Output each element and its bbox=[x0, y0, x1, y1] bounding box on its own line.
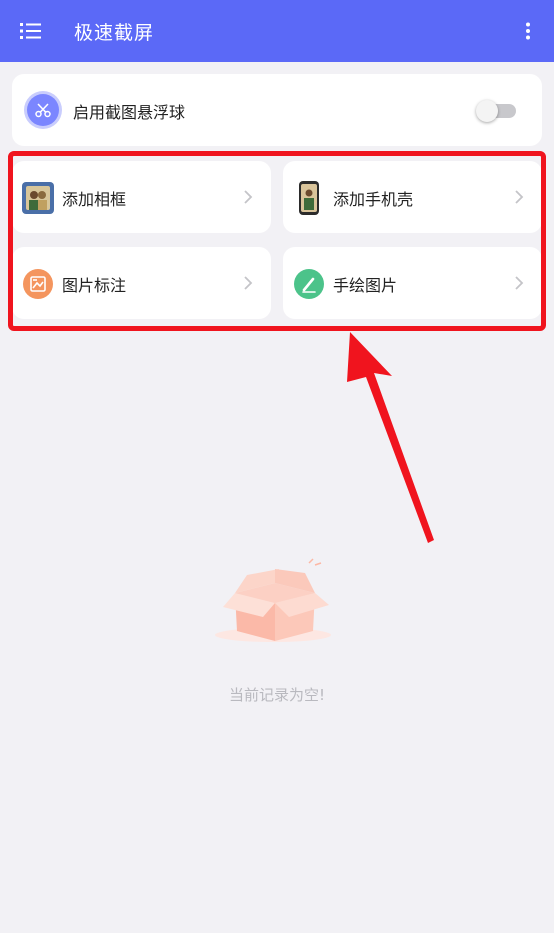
app-title: 极速截屏 bbox=[74, 22, 155, 44]
red-arrow-icon bbox=[347, 332, 434, 543]
float-ball-label: 启用截图悬浮球 bbox=[73, 103, 186, 122]
more-vertical-icon[interactable] bbox=[524, 22, 532, 40]
toggle-knob bbox=[476, 100, 498, 122]
empty-state-text: 当前记录为空! bbox=[228, 686, 325, 704]
app-bar: 极速截屏 bbox=[0, 0, 554, 62]
float-ball-card[interactable]: 启用截图悬浮球 bbox=[12, 74, 542, 146]
list-menu-icon[interactable] bbox=[20, 21, 42, 41]
highlight-box bbox=[8, 151, 546, 331]
float-ball-toggle[interactable] bbox=[476, 100, 516, 122]
empty-box-illustration bbox=[215, 558, 331, 642]
scissors-icon bbox=[27, 94, 59, 126]
